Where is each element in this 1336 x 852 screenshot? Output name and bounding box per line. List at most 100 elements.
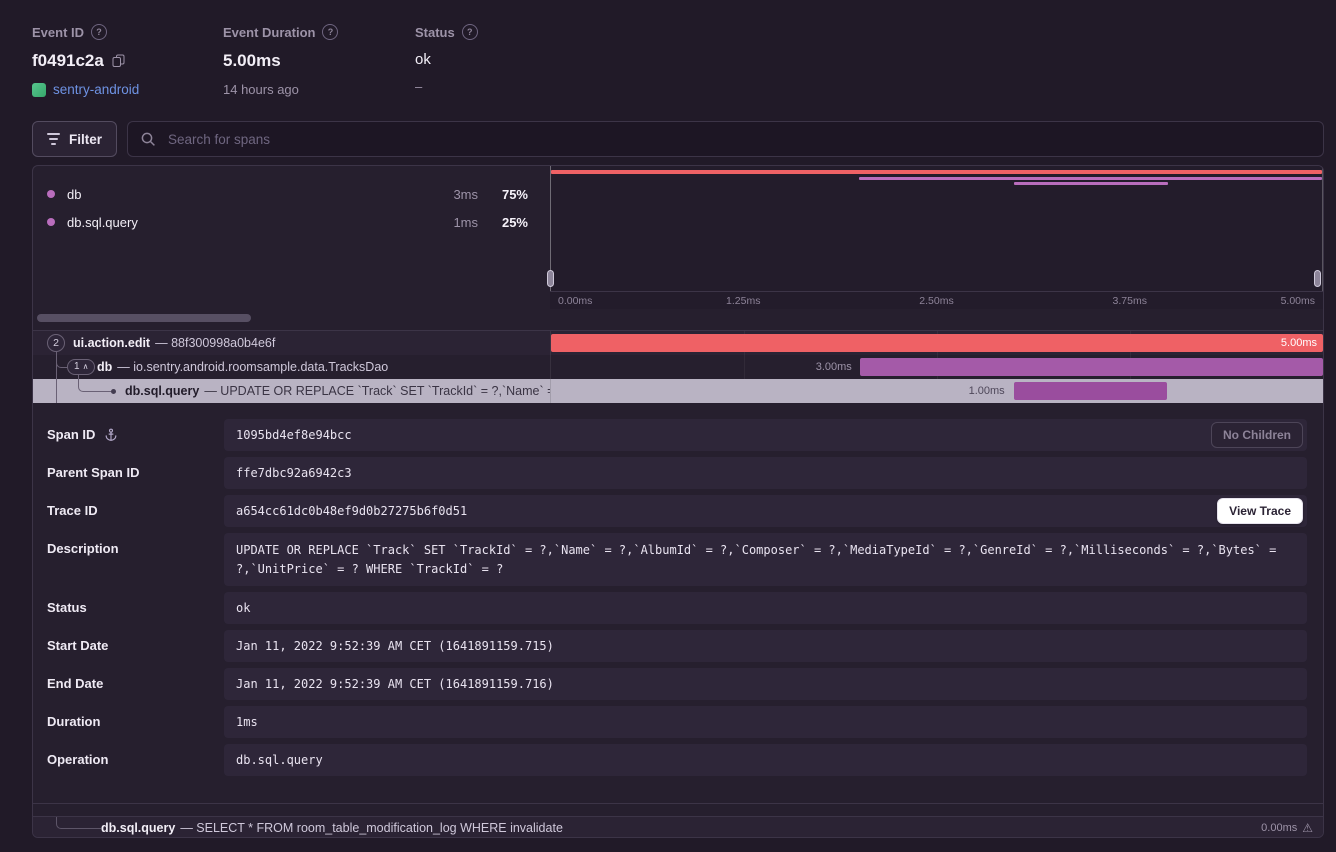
span-op: db.sql.query <box>101 821 175 835</box>
help-icon[interactable]: ? <box>322 24 338 40</box>
span-description: — SELECT * FROM room_table_modification_… <box>180 821 563 835</box>
op-color-dot <box>47 190 55 198</box>
trace-panel: db 3ms 75% db.sql.query 1ms 25% 0.0 <box>32 165 1324 838</box>
detail-row: Trace ID a654cc61dc0b48ef9d0b27275b6f0d5… <box>47 495 1307 527</box>
detail-label: Operation <box>47 752 108 767</box>
event-id-column: Event ID ? f0491c2a sentry-android <box>32 24 139 97</box>
filter-icon <box>47 133 60 145</box>
span-op: db.sql.query <box>125 384 199 398</box>
time-axis: 0.00ms 1.25ms 2.50ms 3.75ms 5.00ms <box>550 291 1323 309</box>
detail-label: Status <box>47 600 87 615</box>
detail-value: ok <box>224 592 1307 624</box>
legend-duration: 3ms <box>428 187 478 202</box>
detail-row: Description UPDATE OR REPLACE `Track` SE… <box>47 533 1307 586</box>
span-duration-label: 5.00ms <box>1281 331 1317 355</box>
detail-label: Duration <box>47 714 100 729</box>
help-icon[interactable]: ? <box>462 24 478 40</box>
legend-op: db <box>67 187 81 202</box>
minimap: db 3ms 75% db.sql.query 1ms 25% 0.0 <box>33 166 1323 331</box>
detail-label: Span ID <box>47 427 95 442</box>
detail-value: UPDATE OR REPLACE `Track` SET `TrackId` … <box>224 533 1307 586</box>
detail-label: End Date <box>47 676 103 691</box>
view-trace-button[interactable]: View Trace <box>1217 498 1303 524</box>
span-bar[interactable] <box>860 358 1323 376</box>
no-children-button[interactable]: No Children <box>1211 422 1303 448</box>
span-tree: 2 ui.action.edit — 88f300998a0b4e6f 5.00m… <box>33 331 1323 403</box>
platform-icon <box>32 83 46 97</box>
span-description: — io.sentry.android.roomsample.data.Trac… <box>117 360 388 374</box>
search-box[interactable] <box>127 121 1324 157</box>
legend-op: db.sql.query <box>67 215 138 230</box>
status-sub: – <box>415 79 422 94</box>
time-tick: 2.50ms <box>919 295 953 307</box>
span-description: — 88f300998a0b4e6f <box>155 336 275 350</box>
help-icon[interactable]: ? <box>91 24 107 40</box>
detail-row: Span ID 1095bd4ef8e94bcc No Children <box>47 419 1307 451</box>
span-bar[interactable] <box>551 334 1323 352</box>
time-tick: 3.75ms <box>1113 295 1147 307</box>
span-op: ui.action.edit <box>73 336 150 350</box>
span-row-ui-action-edit[interactable]: 2 ui.action.edit — 88f300998a0b4e6f 5.00m… <box>33 331 1323 355</box>
status-value: ok <box>415 51 431 68</box>
event-id-value: f0491c2a <box>32 51 104 71</box>
status-column: Status ? ok – <box>415 24 478 94</box>
minimap-span-bar <box>859 177 1322 180</box>
span-op: db <box>97 360 112 374</box>
detail-row: Operation db.sql.query <box>47 744 1307 776</box>
tree-elbow <box>78 375 111 392</box>
event-id-label: Event ID <box>32 25 84 40</box>
status-label: Status <box>415 25 455 40</box>
legend-duration: 1ms <box>428 215 478 230</box>
time-tick: 1.25ms <box>726 295 760 307</box>
detail-row: Duration 1ms <box>47 706 1307 738</box>
detail-label: Start Date <box>47 638 108 653</box>
footer-span-row[interactable]: db.sql.query — SELECT * FROM room_table_m… <box>33 816 1323 838</box>
minimap-span-bar <box>1014 182 1168 185</box>
event-id-label-row: Event ID ? <box>32 24 139 40</box>
app: Event ID ? f0491c2a sentry-android Event… <box>0 0 1336 852</box>
event-duration-label: Event Duration <box>223 25 315 40</box>
detail-value: 1095bd4ef8e94bcc No Children <box>224 419 1307 451</box>
minimap-window-handle-left[interactable] <box>547 270 554 287</box>
span-collapse-badge[interactable]: 1∧ <box>67 359 95 375</box>
span-detail: Span ID 1095bd4ef8e94bcc No Children Par… <box>33 403 1323 804</box>
chevron-up-icon: ∧ <box>83 363 89 371</box>
detail-value: a654cc61dc0b48ef9d0b27275b6f0d51 View Tr… <box>224 495 1307 527</box>
time-tick: 0.00ms <box>558 295 592 307</box>
copy-icon[interactable] <box>112 54 125 68</box>
detail-label: Parent Span ID <box>47 465 139 480</box>
span-bar[interactable] <box>1014 382 1167 400</box>
detail-value: Jan 11, 2022 9:52:39 AM CET (1641891159.… <box>224 668 1307 700</box>
legend-row: db 3ms 75% <box>47 180 528 208</box>
detail-row: End Date Jan 11, 2022 9:52:39 AM CET (16… <box>47 668 1307 700</box>
span-row-db[interactable]: 1∧ db — io.sentry.android.roomsample.data… <box>33 355 1323 379</box>
search-icon <box>140 131 156 147</box>
legend-percent: 75% <box>478 187 528 202</box>
operations-breakdown: db 3ms 75% db.sql.query 1ms 25% <box>33 166 550 309</box>
detail-value: db.sql.query <box>224 744 1307 776</box>
span-duration-label: 1.00ms <box>969 379 1005 403</box>
filter-button[interactable]: Filter <box>32 121 117 157</box>
anchor-icon[interactable] <box>104 428 118 442</box>
detail-value: 1ms <box>224 706 1307 738</box>
tree-elbow <box>56 817 101 829</box>
event-duration-ago: 14 hours ago <box>223 82 299 97</box>
span-duration-label: 3.00ms <box>816 355 852 379</box>
time-tick: 5.00ms <box>1281 295 1315 307</box>
span-description: — UPDATE OR REPLACE `Track` SET `TrackId… <box>204 384 550 398</box>
minimap-chart[interactable] <box>550 166 1323 291</box>
minimap-window-handle-right[interactable] <box>1314 270 1321 287</box>
detail-label: Description <box>47 541 119 556</box>
horizontal-scrollbar[interactable] <box>37 314 251 322</box>
filter-button-label: Filter <box>69 132 102 147</box>
detail-row: Status ok <box>47 592 1307 624</box>
event-duration-column: Event Duration ? 5.00ms 14 hours ago <box>223 24 338 97</box>
search-input[interactable] <box>166 131 1311 148</box>
detail-row: Start Date Jan 11, 2022 9:52:39 AM CET (… <box>47 630 1307 662</box>
span-row-db-sql-query-selected[interactable]: db.sql.query — UPDATE OR REPLACE `Track` … <box>33 379 1323 403</box>
project-link[interactable]: sentry-android <box>53 82 139 97</box>
detail-value: Jan 11, 2022 9:52:39 AM CET (1641891159.… <box>224 630 1307 662</box>
detail-label: Trace ID <box>47 503 98 518</box>
tree-bullet <box>111 389 116 394</box>
span-count-badge[interactable]: 2 <box>47 334 65 352</box>
